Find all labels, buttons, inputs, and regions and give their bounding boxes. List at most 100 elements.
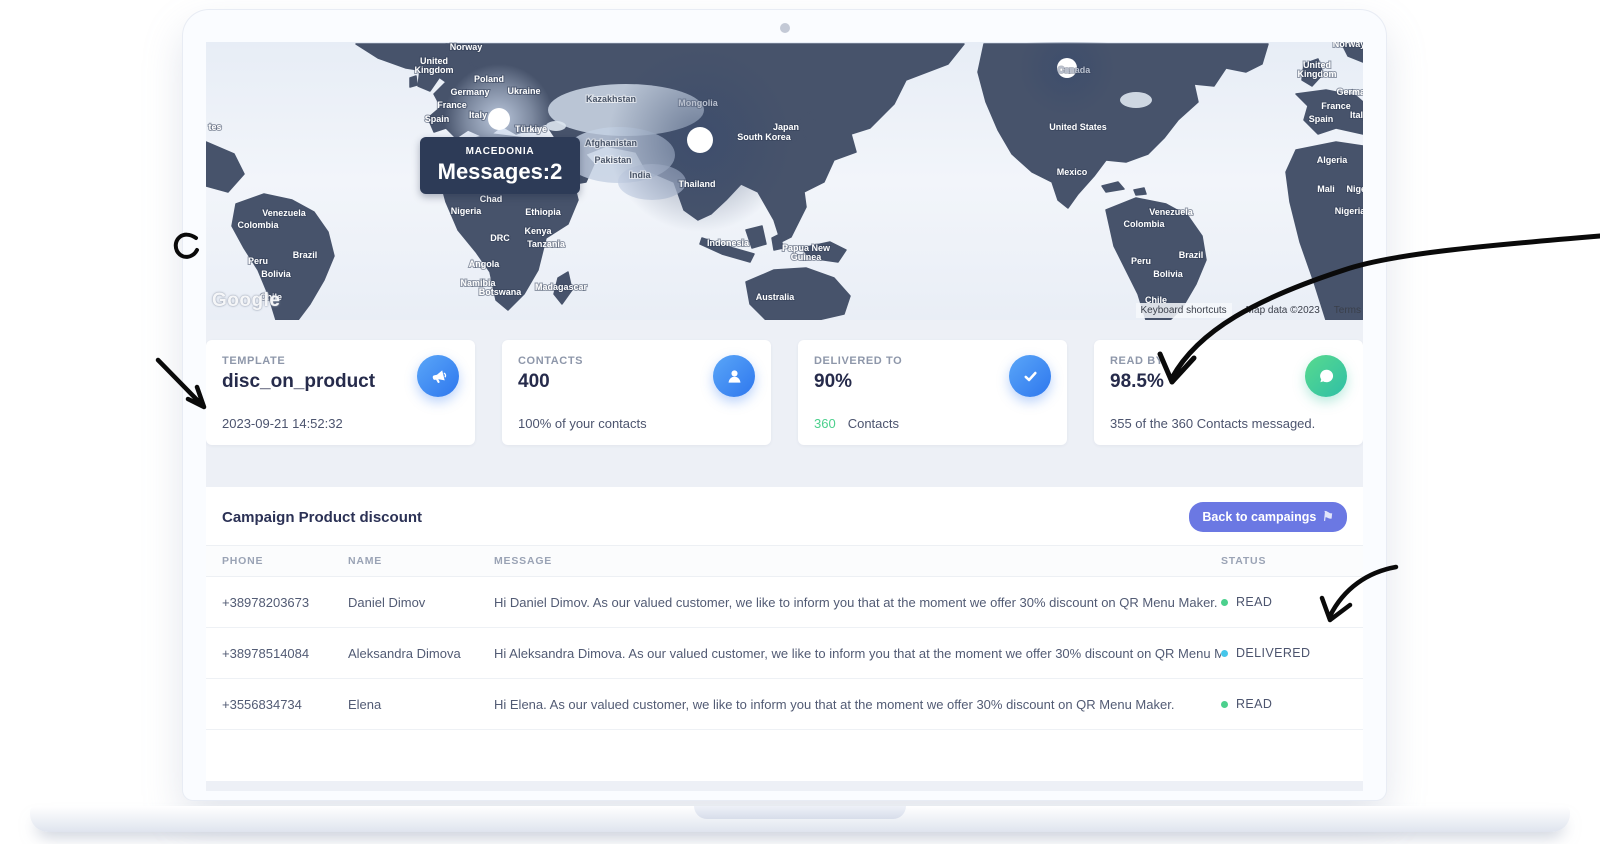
tooltip-country: MACEDONIA: [466, 146, 535, 157]
world-map-svg: Norway UnitedKingdom Poland Germany Ukraine F…: [206, 42, 1363, 320]
cell-phone: +38978514084: [222, 646, 348, 661]
stat-card-delivered: DELIVERED TO 90% 360Contacts: [798, 340, 1067, 445]
cell-phone: +3556834734: [222, 697, 348, 712]
stat-card-read: READ BY 98.5% 355 of the 360 Contacts me…: [1094, 340, 1363, 445]
svg-text:Brazil: Brazil: [1179, 250, 1204, 260]
svg-text:Colombia: Colombia: [237, 220, 279, 230]
stat-card-contacts: CONTACTS 400 100% of your contacts: [502, 340, 771, 445]
svg-text:Germany: Germany: [1336, 87, 1363, 97]
svg-text:Mali: Mali: [1317, 184, 1335, 194]
svg-text:Mexico: Mexico: [1057, 167, 1088, 177]
cell-name: Daniel Dimov: [348, 595, 494, 610]
svg-text:United States: United States: [1049, 122, 1107, 132]
svg-text:Chad: Chad: [480, 194, 503, 204]
svg-text:Japan: Japan: [773, 122, 799, 132]
dashboard: Norway UnitedKingdom Poland Germany Ukraine F…: [206, 42, 1363, 791]
cell-status: READ: [1221, 595, 1347, 609]
svg-text:UnitedKingdom: UnitedKingdom: [415, 56, 454, 75]
world-map[interactable]: Norway UnitedKingdom Poland Germany Ukraine F…: [206, 42, 1363, 320]
svg-text:Afghanistan: Afghanistan: [585, 138, 637, 148]
map-attribution: Keyboard shortcuts Map data ©2023 Terms: [1136, 303, 1362, 318]
svg-text:Indonesia: Indonesia: [707, 238, 750, 248]
svg-text:Poland: Poland: [474, 74, 504, 84]
terms-link[interactable]: Terms: [1334, 305, 1361, 316]
svg-text:Brazil: Brazil: [293, 250, 318, 260]
svg-text:Tanzania: Tanzania: [527, 239, 566, 249]
stats-row: TEMPLATE disc_on_product 2023-09-21 14:5…: [206, 320, 1363, 445]
stat-subtext: 2023-09-21 14:52:32: [222, 416, 343, 431]
column-header-status: STATUS: [1221, 555, 1347, 567]
laptop-screen: Norway UnitedKingdom Poland Germany Ukraine F…: [183, 10, 1386, 800]
tooltip-messages: Messages:2: [438, 159, 563, 185]
svg-text:Niger: Niger: [1346, 184, 1363, 194]
map-tooltip: MACEDONIA Messages:2: [420, 137, 580, 194]
status-label: READ: [1236, 595, 1272, 609]
svg-text:France: France: [1321, 101, 1351, 111]
laptop-base: [30, 806, 1570, 832]
status-dot: [1221, 599, 1228, 606]
megaphone-icon: [417, 355, 459, 397]
campaign-section: Campaign Product discount Back to campai…: [206, 487, 1363, 781]
stat-subtext: 355 of the 360 Contacts messaged.: [1110, 416, 1315, 431]
svg-text:Türkiye: Türkiye: [515, 124, 547, 134]
svg-text:Australia: Australia: [756, 292, 796, 302]
svg-text:Angola: Angola: [469, 259, 500, 269]
cell-name: Aleksandra Dimova: [348, 646, 494, 661]
cell-status: READ: [1221, 697, 1347, 711]
svg-text:France: France: [437, 100, 467, 110]
table-row: +38978203673 Daniel Dimov Hi Daniel Dimo…: [206, 577, 1363, 628]
svg-text:Spain: Spain: [425, 114, 450, 124]
svg-text:Kazakhstan: Kazakhstan: [586, 94, 636, 104]
table-header-row: PHONE NAME MESSAGE STATUS: [206, 545, 1363, 577]
svg-text:Mongolia: Mongolia: [678, 98, 718, 108]
svg-text:Kenya: Kenya: [524, 226, 552, 236]
svg-text:Peru: Peru: [1131, 256, 1151, 266]
svg-text:Pakistan: Pakistan: [594, 155, 631, 165]
svg-text:Italy: Italy: [1350, 110, 1363, 120]
svg-text:DRC: DRC: [490, 233, 510, 243]
svg-text:Nigeria: Nigeria: [451, 206, 483, 216]
svg-text:Norway: Norway: [450, 42, 483, 52]
delivered-count: 360: [814, 416, 836, 431]
keyboard-shortcuts-link[interactable]: Keyboard shortcuts: [1136, 303, 1232, 318]
cell-status: DELIVERED: [1221, 646, 1347, 660]
svg-text:India: India: [629, 170, 651, 180]
column-header-message: MESSAGE: [494, 555, 1221, 567]
map-data-label: Map data ©2023: [1246, 305, 1320, 316]
stat-subtext: 360Contacts: [814, 416, 899, 431]
svg-text:Venezuela: Venezuela: [1149, 207, 1194, 217]
stat-subtext: 100% of your contacts: [518, 416, 647, 431]
svg-text:Spain: Spain: [1309, 114, 1334, 124]
cell-message: Hi Daniel Dimov. As our valued customer,…: [494, 595, 1221, 610]
svg-text:Nigeria: Nigeria: [1335, 206, 1363, 216]
svg-text:Colombia: Colombia: [1123, 219, 1165, 229]
map-marker: [687, 127, 713, 153]
cell-phone: +38978203673: [222, 595, 348, 610]
svg-text:Bolivia: Bolivia: [261, 269, 292, 279]
svg-text:Madagascar: Madagascar: [535, 282, 588, 292]
table-row: +38978514084 Aleksandra Dimova Hi Aleksa…: [206, 628, 1363, 679]
campaign-title: Campaign Product discount: [222, 509, 422, 526]
page: Norway UnitedKingdom Poland Germany Ukraine F…: [0, 0, 1600, 844]
svg-text:Bolivia: Bolivia: [1153, 269, 1184, 279]
column-header-phone: PHONE: [222, 555, 348, 567]
campaign-header: Campaign Product discount Back to campai…: [206, 487, 1363, 545]
cell-message: Hi Elena. As our valued customer, we lik…: [494, 697, 1221, 712]
table-row: +3556834734 Elena Hi Elena. As our value…: [206, 679, 1363, 730]
webcam-dot: [780, 23, 790, 33]
svg-text:Thailand: Thailand: [678, 179, 715, 189]
cell-name: Elena: [348, 697, 494, 712]
status-dot: [1221, 701, 1228, 708]
check-icon: [1009, 355, 1051, 397]
svg-text:Canada: Canada: [1058, 65, 1092, 75]
svg-text:Botswana: Botswana: [479, 287, 523, 297]
flag-icon: ⚑: [1322, 508, 1335, 525]
stat-card-template: TEMPLATE disc_on_product 2023-09-21 14:5…: [206, 340, 475, 445]
status-label: READ: [1236, 697, 1272, 711]
svg-text:Algeria: Algeria: [1317, 155, 1349, 165]
map-marker: [488, 108, 510, 130]
svg-text:Peru: Peru: [248, 256, 268, 266]
svg-text:Ukraine: Ukraine: [507, 86, 540, 96]
svg-text:South Korea: South Korea: [737, 132, 791, 142]
back-to-campaigns-button[interactable]: Back to campaings ⚑: [1189, 502, 1347, 532]
